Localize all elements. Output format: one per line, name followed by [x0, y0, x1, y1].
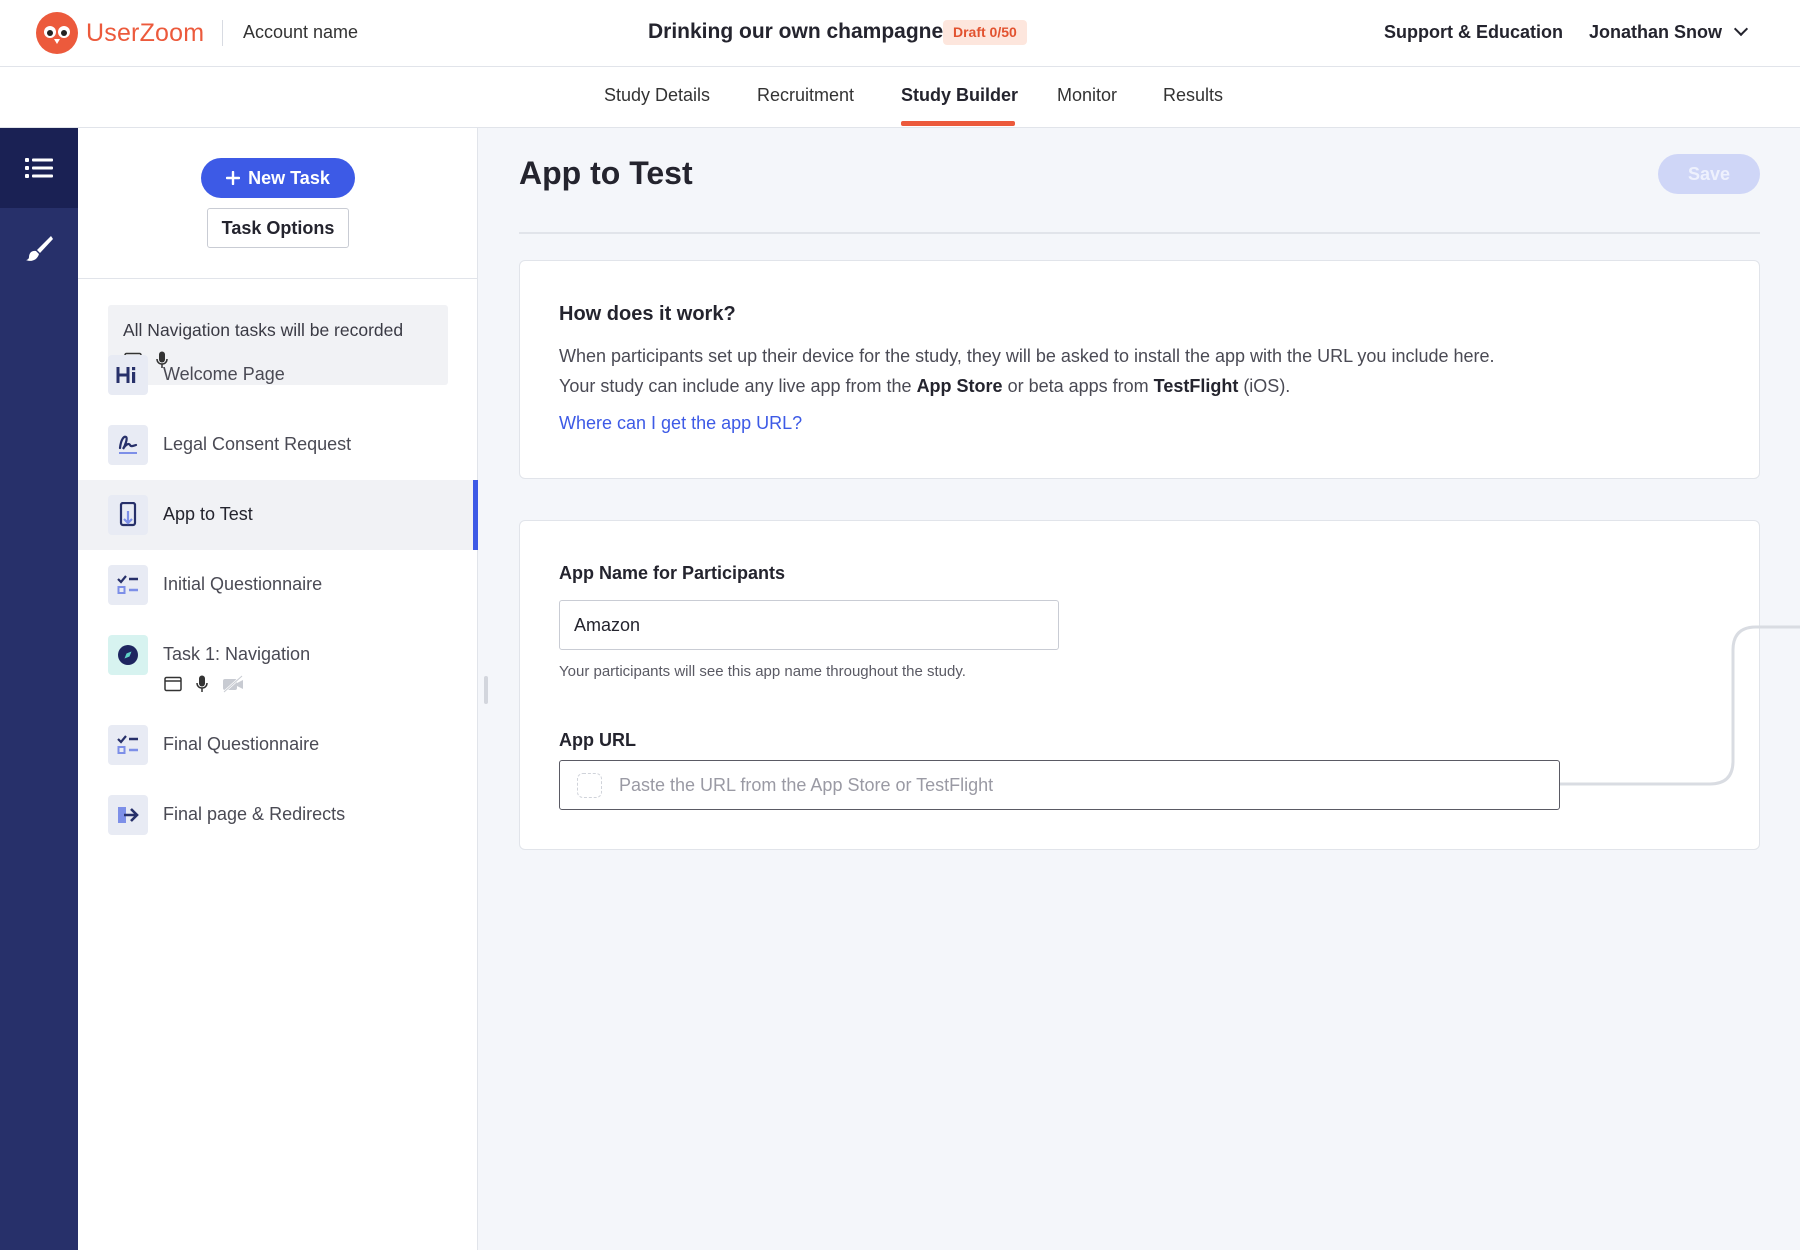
- left-rail: [0, 128, 78, 1250]
- tab-results[interactable]: Results: [1163, 85, 1223, 106]
- task-label: App to Test: [163, 504, 253, 524]
- new-task-label: New Task: [248, 167, 330, 188]
- tab-monitor[interactable]: Monitor: [1057, 85, 1117, 106]
- rail-design-button[interactable]: [0, 208, 78, 288]
- study-tabs: Study Details Recruitment Study Builder …: [0, 67, 1800, 128]
- draft-status-badge: Draft 0/50: [943, 20, 1027, 45]
- how-it-works-card: How does it work? When participants set …: [519, 260, 1760, 479]
- task-item-legal-consent[interactable]: Legal Consent Request: [78, 410, 478, 480]
- task-label: Initial Questionnaire: [163, 574, 323, 594]
- how-it-works-line-1: When participants set up their device fo…: [559, 346, 1495, 366]
- list-icon: [25, 158, 53, 178]
- task-label: Legal Consent Request: [163, 434, 352, 454]
- checklist-icon: [108, 565, 148, 605]
- task-panel: New Task Task Options All Navigation tas…: [78, 128, 478, 1250]
- task-item-welcome-page[interactable]: Welcome Page: [78, 340, 478, 410]
- support-education-link[interactable]: Support & Education: [1384, 22, 1563, 43]
- study-title: Drinking our own champagne: [648, 20, 944, 43]
- title-divider: [519, 232, 1760, 234]
- chevron-down-icon[interactable]: [1733, 21, 1749, 37]
- task-item-app-to-test[interactable]: App to Test: [78, 480, 478, 550]
- userzoom-logo[interactable]: UserZoom: [36, 12, 204, 54]
- header-divider: [222, 20, 223, 46]
- recording-info-text: All Navigation tasks will be recorded: [123, 320, 404, 340]
- task-item-initial-questionnaire[interactable]: Initial Questionnaire: [78, 550, 478, 620]
- signature-icon: [108, 425, 148, 465]
- phone-download-icon: [108, 495, 148, 535]
- brush-icon: [26, 236, 53, 261]
- app-placeholder-icon: [577, 773, 602, 798]
- page-title: App to Test: [519, 155, 693, 191]
- task-item-final-questionnaire[interactable]: Final Questionnaire: [78, 710, 478, 780]
- tab-study-builder[interactable]: Study Builder: [901, 85, 1018, 106]
- task-item-final-page[interactable]: Final page & Redirects: [78, 780, 478, 850]
- task-label: Final Questionnaire: [163, 734, 320, 754]
- app-name-label: App Name for Participants: [559, 563, 786, 583]
- task-label: Final page & Redirects: [163, 804, 346, 824]
- user-menu[interactable]: Jonathan Snow: [1589, 22, 1722, 43]
- task-label: Task 1: Navigation: [163, 644, 311, 664]
- rail-tasks-button[interactable]: [0, 128, 78, 208]
- screen-icon: [164, 676, 182, 692]
- testflight-text: TestFlight: [1153, 376, 1239, 396]
- app-name-helper: Your participants will see this app name…: [559, 663, 966, 680]
- app-name-input[interactable]: [559, 600, 1059, 650]
- camera-off-icon: [223, 675, 243, 693]
- exit-arrow-icon: [108, 795, 148, 835]
- hi-icon: [108, 355, 148, 395]
- task-options-button[interactable]: Task Options: [207, 208, 349, 248]
- top-bar: UserZoom Account name Drinking our own c…: [0, 0, 1800, 67]
- tab-study-details[interactable]: Study Details: [604, 85, 710, 106]
- brand-name: UserZoom: [86, 18, 205, 47]
- compass-icon: [108, 635, 148, 675]
- mic-icon: [196, 675, 208, 692]
- app-url-label: App URL: [559, 730, 636, 750]
- tab-recruitment[interactable]: Recruitment: [757, 85, 854, 106]
- app-url-help-link[interactable]: Where can I get the app URL?: [559, 413, 802, 434]
- panel-divider: [78, 278, 478, 279]
- active-tab-indicator: [901, 121, 1015, 126]
- save-button[interactable]: Save: [1658, 154, 1760, 194]
- how-it-works-heading: How does it work?: [559, 303, 736, 325]
- checklist-icon: [108, 725, 148, 765]
- panel-resize-handle[interactable]: [484, 676, 488, 704]
- how-it-works-line-2: Your study can include any live app from…: [559, 376, 1291, 396]
- account-name[interactable]: Account name: [243, 22, 358, 43]
- task-item-navigation[interactable]: Task 1: Navigation: [78, 620, 478, 710]
- app-store-text: App Store: [916, 376, 1003, 396]
- task-label: Welcome Page: [163, 364, 285, 384]
- owl-logo-icon: [36, 12, 78, 54]
- plus-icon: [226, 171, 241, 185]
- connector-line: [1560, 625, 1800, 786]
- app-url-input[interactable]: [559, 760, 1560, 810]
- new-task-button[interactable]: New Task: [201, 158, 355, 198]
